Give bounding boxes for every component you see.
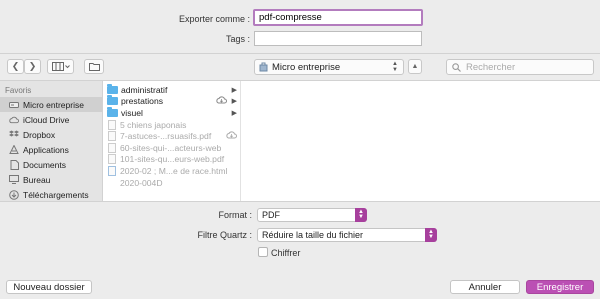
sidebar-item-label: Micro entreprise [23, 99, 84, 110]
cloud-icon [9, 115, 19, 124]
folder-item-administratif[interactable]: administratif ▶ [104, 83, 240, 96]
location-popup[interactable]: Micro entreprise ▲ ▼ [254, 59, 404, 75]
sidebar-item-label: Dropbox [23, 129, 56, 140]
export-options: Format : PDF ▲ ▼ Filtre Quartz : Réduire … [0, 203, 600, 299]
new-folder-toolbar-button[interactable] [84, 59, 104, 74]
documents-icon [9, 159, 19, 170]
sidebar-item-label: Téléchargements [23, 189, 89, 200]
file-name: prestations [121, 96, 164, 107]
sidebar-item-bureau[interactable]: Bureau [0, 172, 102, 187]
folder-icon [107, 95, 118, 106]
chevron-updown-icon: ▲ ▼ [425, 228, 437, 242]
file-item: 7-astuces-...rsuasifs.pdf [104, 130, 240, 142]
search-placeholder: Rechercher [466, 61, 516, 73]
format-popup[interactable]: PDF ▲ ▼ [257, 208, 367, 222]
blank-icon [108, 178, 116, 188]
folder-icon [88, 63, 100, 71]
cloud-download-icon[interactable] [216, 96, 227, 106]
sidebar-item-micro-entreprise[interactable]: Micro entreprise [0, 97, 102, 112]
export-name-input[interactable] [253, 9, 423, 26]
file-item: 2020-004D [104, 177, 240, 189]
file-name: visuel [121, 107, 143, 118]
document-icon [108, 131, 116, 142]
sidebar-item-dropbox[interactable]: Dropbox [0, 127, 102, 142]
file-column: administratif ▶ prestations ▶ visuel ▶ 5… [104, 81, 241, 201]
chevron-left-icon: ❮ [11, 61, 20, 71]
sidebar: Favoris Micro entreprise iCloud Drive Dr… [0, 81, 103, 201]
view-mode-button[interactable] [47, 59, 74, 74]
new-folder-button[interactable]: Nouveau dossier [6, 280, 92, 294]
downloads-icon [9, 189, 19, 200]
triangle-right-icon: ▶ [231, 109, 237, 117]
chevron-up-icon: ▲ [411, 63, 419, 70]
triangle-right-icon: ▶ [231, 86, 237, 94]
encrypt-label: Chiffrer [271, 248, 301, 258]
applications-icon [9, 145, 19, 154]
chevron-updown-icon: ▲ ▼ [392, 61, 398, 73]
quartz-filter-label: Filtre Quartz : [197, 230, 252, 240]
chevron-right-icon: ❯ [28, 61, 37, 71]
file-name: 2020-02 ; M...e de race.html [120, 165, 228, 176]
file-name: 5 chiens japonais [120, 119, 187, 130]
file-name: administratif [121, 84, 168, 95]
browser-toolbar: ❮ ❯ Micro entreprise ▲ ▼ ▲ Rechercher [0, 53, 600, 79]
file-browser: Favoris Micro entreprise iCloud Drive Dr… [0, 80, 600, 202]
file-item: 60-sites-qui-...acteurs-web [104, 142, 240, 154]
file-item: 101-sites-qu...eurs-web.pdf [104, 154, 240, 166]
tags-input[interactable] [254, 31, 422, 46]
format-value: PDF [262, 210, 280, 220]
folder-item-prestations[interactable]: prestations ▶ [104, 95, 240, 108]
forward-button[interactable]: ❯ [24, 59, 41, 74]
file-item: 5 chiens japonais [104, 119, 240, 131]
file-name: 7-astuces-...rsuasifs.pdf [120, 131, 212, 142]
folder-item-visuel[interactable]: visuel ▶ [104, 106, 240, 119]
sidebar-item-icloud-drive[interactable]: iCloud Drive [0, 112, 102, 127]
folder-icon [107, 83, 118, 94]
sidebar-item-label: Applications [23, 144, 69, 155]
sidebar-item-label: Documents [23, 159, 66, 170]
sidebar-item-applications[interactable]: Applications [0, 142, 102, 157]
search-icon [452, 62, 461, 72]
sidebar-item-label: iCloud Drive [23, 114, 70, 125]
chevron-updown-icon: ▲ ▼ [355, 208, 367, 222]
cloud-download-icon[interactable] [226, 131, 237, 141]
quartz-filter-value: Réduire la taille du fichier [262, 230, 364, 240]
cancel-button[interactable]: Annuler [450, 280, 520, 294]
triangle-right-icon: ▶ [231, 98, 237, 106]
file-name: 2020-004D [120, 177, 163, 188]
format-label: Format : [218, 210, 252, 220]
save-button[interactable]: Enregistrer [526, 280, 594, 294]
sidebar-item-label: Bureau [23, 174, 51, 185]
file-item: 2020-02 ; M...e de race.html [104, 165, 240, 177]
document-icon [108, 142, 116, 153]
tags-label: Tags : [225, 34, 250, 44]
back-button[interactable]: ❮ [7, 59, 24, 74]
export-header: Exporter comme : Tags : [0, 0, 600, 52]
hard-drive-icon [9, 100, 19, 109]
sidebar-item-documents[interactable]: Documents [0, 157, 102, 172]
dropbox-icon [9, 130, 19, 139]
sidebar-item-telechargements[interactable]: Téléchargements [0, 187, 102, 201]
export-name-label: Exporter comme : [178, 14, 250, 24]
hard-drive-icon [259, 62, 268, 72]
sidebar-heading: Favoris [5, 86, 32, 95]
file-name: 101-sites-qu...eurs-web.pdf [120, 154, 225, 165]
quartz-filter-popup[interactable]: Réduire la taille du fichier ▲ ▼ [257, 228, 437, 242]
encrypt-checkbox[interactable] [258, 247, 268, 257]
document-icon [108, 119, 116, 130]
html-document-icon [108, 165, 116, 176]
file-name: 60-sites-qui-...acteurs-web [120, 142, 222, 153]
document-icon [108, 154, 116, 165]
desktop-icon [9, 175, 19, 184]
folder-icon [107, 106, 118, 117]
columns-icon [51, 62, 70, 71]
location-label: Micro entreprise [272, 61, 341, 73]
collapse-button[interactable]: ▲ [408, 59, 422, 74]
search-field[interactable]: Rechercher [446, 59, 594, 75]
